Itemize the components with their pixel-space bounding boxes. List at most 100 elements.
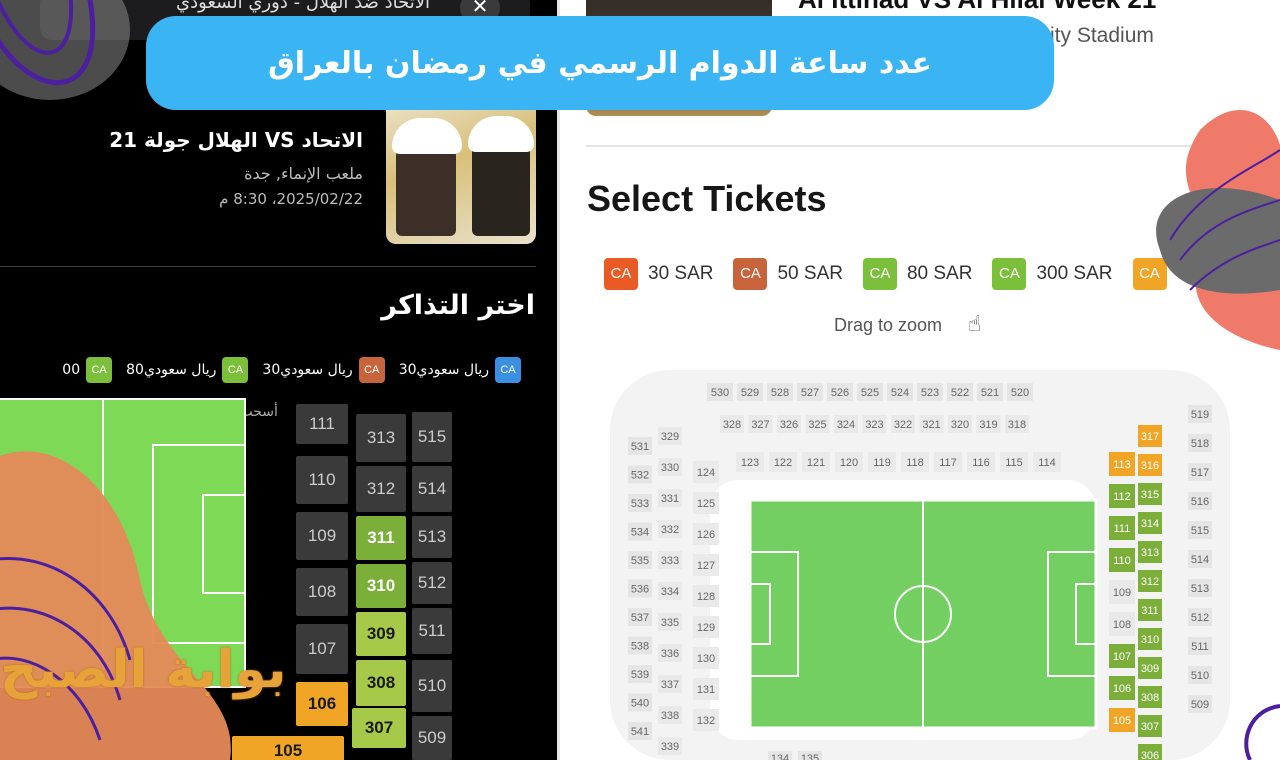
category-badge: CA [992, 258, 1027, 290]
section-512[interactable]: 512 [412, 562, 452, 604]
section-308[interactable]: 308 [356, 660, 406, 706]
event-date: 2025/02/22، 8:30 م [219, 190, 363, 208]
price-label: 30 SAR [648, 263, 714, 284]
price-option[interactable]: CA 30 SAR [604, 258, 713, 290]
section-307[interactable]: 307 [352, 708, 406, 748]
section-label: 311 [1141, 605, 1159, 617]
section-label: 116 [972, 457, 990, 469]
price-option[interactable]: CA 30ريال سعودي [399, 357, 521, 383]
section-label: 534 [631, 527, 649, 539]
section-label: 106 [1113, 683, 1131, 695]
section-label: 519 [1191, 409, 1209, 421]
price-option[interactable]: CA 00 [62, 357, 113, 383]
section-label: 538 [631, 641, 649, 653]
section-109[interactable]: 109 [296, 512, 348, 560]
category-badge: CA [86, 357, 113, 383]
price-label: 30ريال سعودي [262, 362, 353, 378]
pitch [748, 498, 1098, 730]
section-515[interactable]: 515 [412, 412, 452, 462]
section-label: 510 [1191, 670, 1209, 682]
price-option[interactable]: CA 300 SAR [992, 258, 1113, 290]
pinch-zoom-icon: ☝ [968, 312, 982, 337]
section-label: 312 [1141, 576, 1159, 588]
section-label: 118 [906, 457, 924, 469]
section-309[interactable]: 309 [356, 612, 406, 656]
section-514[interactable]: 514 [412, 466, 452, 512]
category-badge: CA [604, 258, 638, 290]
price-legend: CA 30ريال سعودي CA 30ريال سعودي CA 80ريا… [62, 357, 521, 383]
section-label: 107 [1113, 651, 1131, 663]
section-label: 532 [631, 470, 649, 482]
event-image [386, 88, 536, 244]
section-312[interactable]: 312 [356, 466, 406, 512]
header-title: الاتحاد ضد الهلال - دوري السعودي [176, 0, 430, 13]
price-option[interactable]: CA 50 SAR [733, 258, 843, 290]
section-511[interactable]: 511 [412, 608, 452, 654]
section-label: 516 [1191, 496, 1209, 508]
section-label: 528 [771, 387, 789, 399]
section-label: 524 [891, 387, 909, 399]
match-title: Al Ittihad VS Al Hilal Week 21 [798, 0, 1156, 15]
section-label: 126 [697, 529, 715, 541]
section-label: 129 [697, 622, 715, 634]
section-label: 119 [873, 457, 891, 469]
section-110[interactable]: 110 [296, 456, 348, 504]
section-label: 128 [697, 591, 715, 603]
section-label: 332 [661, 524, 679, 536]
section-108[interactable]: 108 [296, 568, 348, 616]
section-label: 306 [1141, 750, 1159, 760]
section-label: 134 [771, 753, 789, 760]
section-313[interactable]: 313 [356, 414, 406, 462]
section-label: 135 [801, 753, 819, 760]
section-label: 316 [1141, 460, 1159, 472]
section-509[interactable]: 509 [412, 716, 452, 760]
price-option[interactable]: CA 80 SAR [862, 258, 972, 290]
english-app-screenshot: Al Ittihad VS Al Hilal Week 21 ity Stadi… [557, 0, 1280, 760]
section-label: 531 [631, 441, 649, 453]
section-510[interactable]: 510 [412, 660, 452, 712]
section-label: 131 [697, 684, 715, 696]
price-option[interactable]: CA 6 [1132, 258, 1188, 290]
event-venue: ملعب الإنماء, جدة [244, 164, 363, 183]
category-badge: CA [495, 357, 521, 383]
section-310[interactable]: 310 [356, 564, 406, 608]
category-badge: CA [862, 258, 897, 290]
section-513[interactable]: 513 [412, 516, 452, 558]
section-label: 535 [631, 555, 649, 567]
section-label: 338 [661, 710, 679, 722]
section-label: 540 [631, 698, 649, 710]
divider [586, 145, 1246, 147]
section-label: 123 [741, 457, 759, 469]
section-107[interactable]: 107 [296, 624, 348, 674]
price-label: 6 [1176, 263, 1188, 284]
section-label: 130 [697, 653, 715, 665]
section-label: 511 [1191, 641, 1209, 653]
section-label: 537 [631, 612, 649, 624]
divider [0, 266, 536, 267]
category-badge: CA [733, 258, 768, 290]
section-label: 527 [801, 387, 819, 399]
select-tickets-title: Select Tickets [587, 178, 827, 219]
section-label: 526 [831, 387, 849, 399]
section-106[interactable]: 106 [296, 682, 348, 726]
section-label: 313 [1141, 547, 1159, 559]
stadium-seat-map[interactable]: 530 529 528 527 526 525 524 523 522 521 520 328 327 3… [610, 370, 1230, 760]
price-option[interactable]: CA 80ريال سعودي [126, 357, 249, 383]
section-label: 339 [661, 741, 679, 753]
section-105[interactable]: 105 [232, 736, 344, 760]
section-label: 336 [661, 648, 679, 660]
section-311[interactable]: 311 [356, 516, 406, 560]
price-option[interactable]: CA 30ريال سعودي [262, 357, 385, 383]
category-badge: CA [1132, 258, 1167, 290]
section-label: 539 [631, 669, 649, 681]
match-venue: ity Stadium [1050, 24, 1154, 47]
section-label: 122 [774, 457, 792, 469]
section-label: 322 [894, 419, 912, 431]
section-label: 108 [1113, 619, 1131, 631]
section-111[interactable]: 111 [296, 404, 348, 444]
section-label: 320 [951, 419, 969, 431]
section-label: 124 [697, 467, 715, 479]
event-title: الاتحاد VS الهلال جولة 21 [109, 128, 363, 152]
section-label: 317 [1141, 431, 1159, 443]
price-label: 300 SAR [1036, 263, 1113, 284]
